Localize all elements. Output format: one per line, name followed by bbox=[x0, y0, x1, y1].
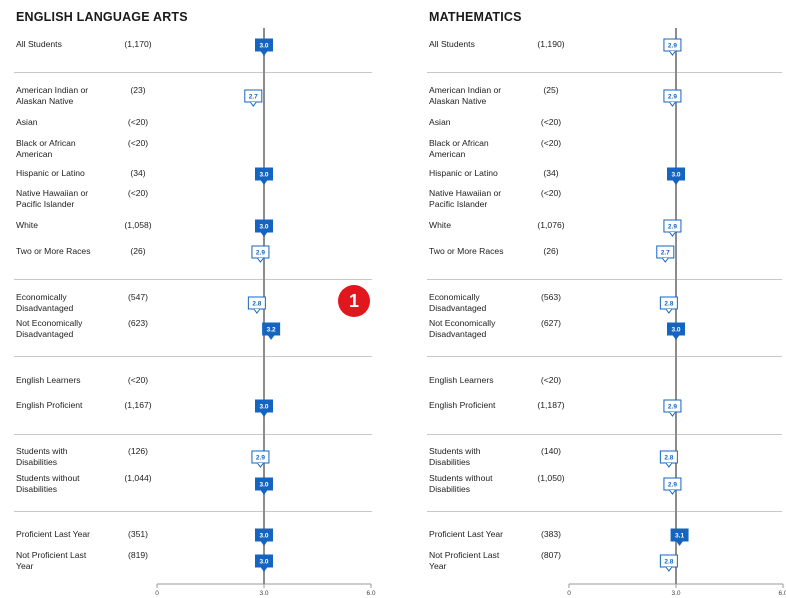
score-marker-pointer bbox=[669, 231, 676, 237]
score-value-label: 2.9 bbox=[668, 482, 677, 489]
score-marker: 3.0 bbox=[255, 477, 273, 495]
ela-panel: ENGLISH LANGUAGE ARTS All Students (1,170… bbox=[14, 0, 376, 598]
score-marker: 3.2 bbox=[262, 322, 281, 340]
score-marker: 3.0 bbox=[255, 399, 273, 417]
score-marker-pointer bbox=[672, 334, 680, 340]
score-marker-pointer bbox=[260, 50, 268, 56]
score-value-label: 3.2 bbox=[267, 327, 276, 334]
score-marker: 2.9 bbox=[663, 399, 682, 417]
score-marker-pointer bbox=[260, 411, 268, 417]
score-marker: 3.0 bbox=[255, 167, 273, 185]
x-tick-label: 6.0 bbox=[778, 590, 786, 597]
score-value-label: 3.0 bbox=[259, 43, 268, 50]
score-marker-pointer bbox=[669, 50, 676, 56]
score-marker: 3.0 bbox=[255, 528, 273, 546]
score-value-label: 3.0 bbox=[259, 404, 268, 411]
score-value-label: 2.9 bbox=[256, 455, 265, 462]
score-value-label: 3.0 bbox=[259, 559, 268, 566]
score-marker-pointer bbox=[665, 308, 673, 314]
score-marker-pointer bbox=[260, 231, 268, 237]
score-marker-pointer bbox=[257, 257, 264, 263]
score-marker: 2.7 bbox=[244, 89, 263, 107]
score-value-label: 2.8 bbox=[664, 301, 673, 308]
score-marker: 2.8 bbox=[247, 296, 266, 314]
score-marker-pointer bbox=[665, 462, 673, 468]
score-value-label: 2.8 bbox=[664, 559, 673, 566]
score-value-label: 2.7 bbox=[661, 250, 670, 257]
score-marker-pointer bbox=[249, 101, 257, 107]
score-value-label: 3.0 bbox=[259, 533, 268, 540]
score-value-label: 2.9 bbox=[668, 43, 677, 50]
score-marker-pointer bbox=[669, 411, 676, 417]
score-marker-pointer bbox=[257, 462, 264, 468]
score-value-label: 2.9 bbox=[256, 250, 265, 257]
x-tick-label: 3.0 bbox=[259, 590, 268, 597]
score-marker: 2.9 bbox=[663, 477, 682, 495]
score-marker: 3.1 bbox=[670, 528, 689, 546]
score-marker-pointer bbox=[260, 489, 268, 495]
score-marker-pointer bbox=[260, 566, 268, 572]
score-marker-pointer bbox=[665, 566, 673, 572]
x-tick-label: 6.0 bbox=[366, 590, 375, 597]
score-value-label: 3.1 bbox=[675, 533, 684, 540]
x-tick-label: 0 bbox=[567, 590, 571, 597]
score-marker: 3.0 bbox=[255, 554, 273, 572]
score-value-label: 2.9 bbox=[668, 224, 677, 231]
score-value-label: 3.0 bbox=[259, 482, 268, 489]
score-marker: 2.9 bbox=[663, 219, 682, 237]
score-marker-pointer bbox=[676, 540, 683, 546]
math-panel: MATHEMATICS All Students (1,190) American … bbox=[427, 0, 786, 598]
score-marker: 3.0 bbox=[255, 38, 273, 56]
score-value-label: 2.9 bbox=[668, 94, 677, 101]
callout-badge: 1 bbox=[338, 285, 370, 317]
score-value-label: 3.0 bbox=[671, 172, 680, 179]
score-marker-pointer bbox=[669, 101, 676, 107]
score-value-label: 3.0 bbox=[259, 172, 268, 179]
score-marker: 3.0 bbox=[255, 219, 273, 237]
score-marker-pointer bbox=[253, 308, 261, 314]
score-value-label: 2.8 bbox=[252, 301, 261, 308]
chart-plot-area: 0 3.0 6.0 2.9 2.9 3.0 2.9 2.7 2.8 3.0 2.9 2.8 2.9 3.1… bbox=[567, 28, 786, 597]
x-tick-label: 3.0 bbox=[671, 590, 680, 597]
score-value-label: 2.7 bbox=[249, 94, 258, 101]
score-marker: 2.9 bbox=[251, 245, 270, 263]
score-value-label: 2.8 bbox=[664, 455, 673, 462]
score-marker: 2.9 bbox=[663, 38, 682, 56]
score-marker-pointer bbox=[267, 334, 275, 340]
score-value-label: 3.0 bbox=[259, 224, 268, 231]
score-marker: 3.0 bbox=[667, 322, 685, 340]
score-value-label: 3.0 bbox=[671, 327, 680, 334]
score-marker-pointer bbox=[260, 179, 268, 185]
x-tick-label: 0 bbox=[155, 590, 159, 597]
score-marker-pointer bbox=[669, 489, 676, 495]
score-marker-pointer bbox=[661, 257, 669, 263]
score-value-label: 2.9 bbox=[668, 404, 677, 411]
score-marker: 2.7 bbox=[656, 245, 675, 263]
score-marker: 2.8 bbox=[659, 554, 678, 572]
score-marker: 2.8 bbox=[659, 450, 678, 468]
chart-plot-area: 0 3.0 6.0 3.0 2.7 3.0 3.0 2.9 2.8 3.2 3.0 2.9 3.0 3.0… bbox=[155, 28, 376, 597]
score-marker: 3.0 bbox=[667, 167, 685, 185]
score-marker-pointer bbox=[672, 179, 680, 185]
score-marker: 2.8 bbox=[659, 296, 678, 314]
score-marker: 2.9 bbox=[251, 450, 270, 468]
score-marker: 2.9 bbox=[663, 89, 682, 107]
score-marker-pointer bbox=[260, 540, 268, 546]
